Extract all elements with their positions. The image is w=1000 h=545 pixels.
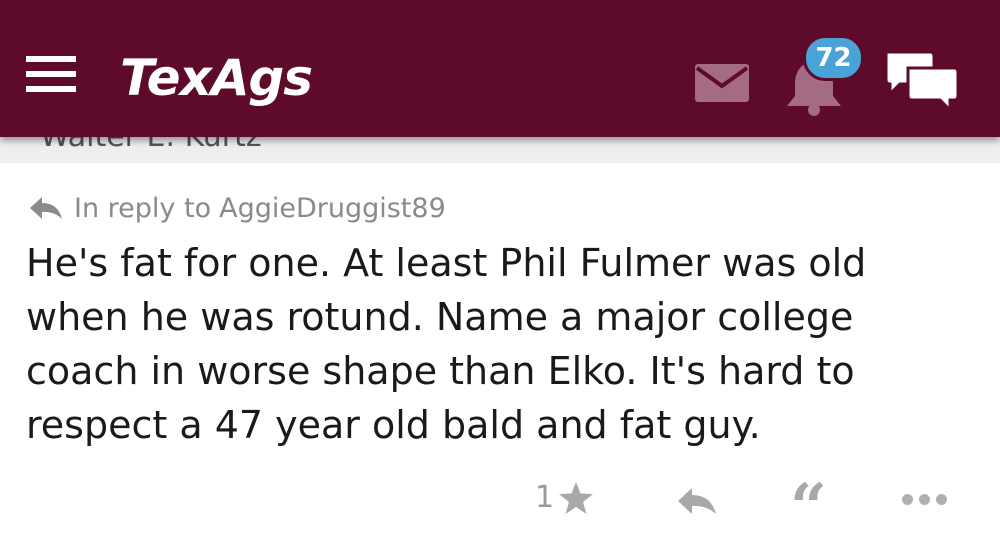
post-body-text: He's fat for one. At least Phil Fulmer w… bbox=[26, 241, 867, 447]
hamburger-menu-icon[interactable] bbox=[26, 56, 76, 98]
like-button[interactable]: 1 bbox=[535, 480, 594, 515]
reply-prefix: In reply to bbox=[74, 192, 212, 224]
like-count: 1 bbox=[535, 480, 555, 515]
mail-icon[interactable] bbox=[693, 62, 751, 104]
more-dots-icon[interactable] bbox=[902, 494, 947, 505]
site-logo[interactable]: TexAgs bbox=[120, 50, 313, 106]
top-nav-bar: TexAgs 72 bbox=[0, 0, 1000, 137]
reply-button-icon[interactable] bbox=[676, 486, 718, 516]
previous-post-strip: Walter E. Kurtz bbox=[0, 137, 1000, 163]
notification-badge: 72 bbox=[803, 35, 864, 81]
in-reply-to-line[interactable]: In reply to AggieDruggist89 bbox=[28, 190, 446, 226]
post-actions-bar: 1 “ bbox=[0, 470, 1000, 540]
star-icon bbox=[559, 481, 594, 514]
quote-icon[interactable]: “ bbox=[790, 476, 827, 540]
chat-icon[interactable] bbox=[882, 46, 962, 112]
reply-to-username[interactable]: AggieDruggist89 bbox=[219, 193, 446, 224]
reply-arrow-icon bbox=[30, 197, 62, 219]
partial-username: Walter E. Kurtz bbox=[40, 137, 262, 154]
